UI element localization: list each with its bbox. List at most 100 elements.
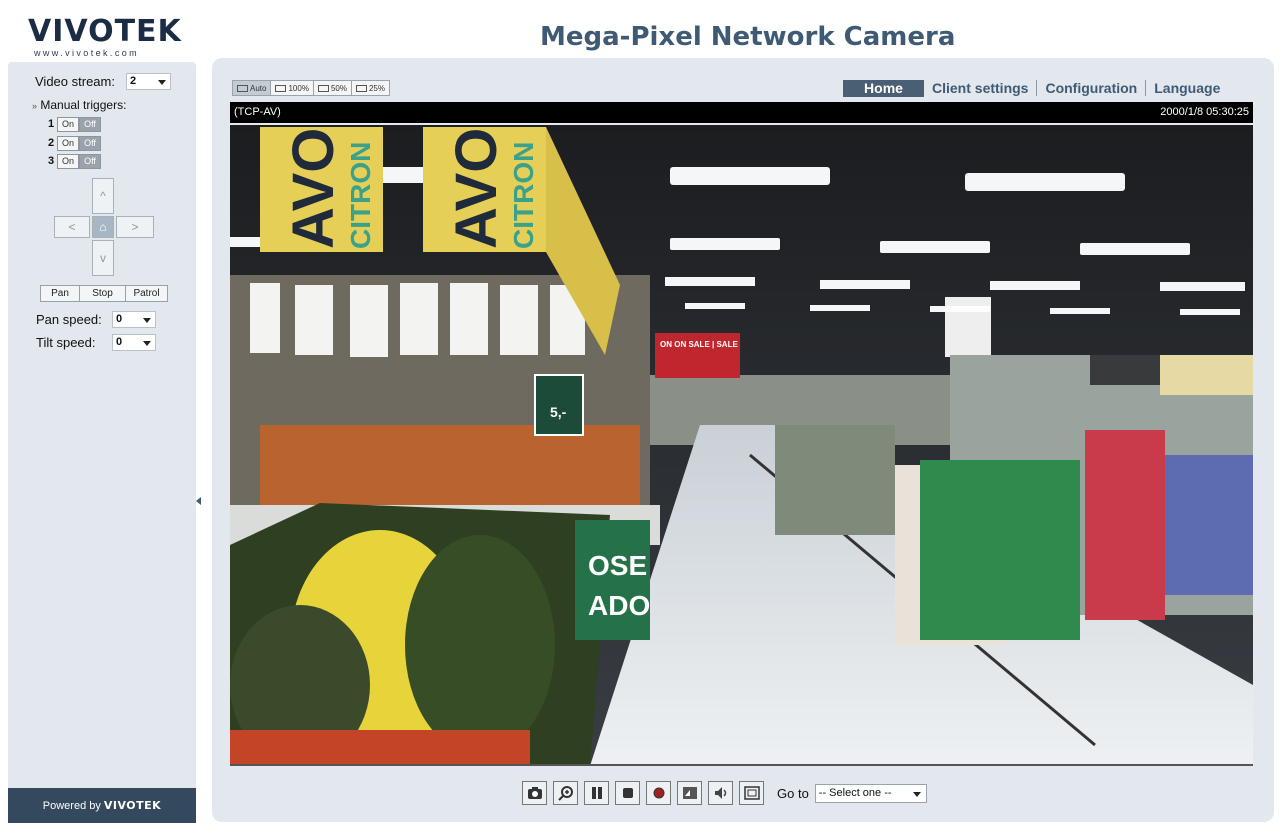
record-button[interactable]	[646, 781, 671, 805]
sign-avoc-1: AVOC	[281, 125, 346, 249]
manual-triggers-label: Manual triggers:	[40, 98, 127, 112]
supermarket-scene: AVOC CITRON AVOC CITRON ON ON SALE | SAL…	[230, 125, 1253, 764]
view-size-buttons: Auto 100% 50% 25%	[232, 80, 390, 96]
fullscreen-button[interactable]	[739, 781, 764, 805]
pan-speed-select[interactable]: 0	[112, 311, 156, 328]
frame-icon	[275, 84, 287, 92]
sign-sale: ON ON SALE | SALE	[660, 340, 738, 349]
logo-url: www.vivotek.com	[34, 48, 140, 58]
size-25-label: 25%	[368, 83, 385, 93]
video-stream-value: 2	[130, 75, 137, 87]
nav-language[interactable]: Language	[1145, 80, 1228, 96]
size-50-button[interactable]: 50%	[312, 80, 352, 96]
size-25-button[interactable]: 25%	[350, 80, 390, 96]
trigger-3-off-button[interactable]: Off	[79, 153, 101, 169]
tilt-speed-value: 0	[116, 336, 123, 348]
trigger-number: 3	[48, 155, 55, 167]
volume-button[interactable]	[677, 781, 702, 805]
record-icon	[653, 787, 664, 799]
home-position-button[interactable]: ⌂	[92, 216, 114, 238]
trigger-2-off-button[interactable]: Off	[79, 135, 101, 151]
chevron-down-icon	[158, 80, 166, 85]
powered-by-footer: Powered by VIVOTEK	[8, 788, 196, 823]
trigger-2-on-button[interactable]: On	[57, 135, 79, 151]
video-stream-select[interactable]: 2	[126, 73, 171, 90]
goto-label: Go to	[777, 785, 809, 801]
goto-preset-select[interactable]: -- Select one --	[814, 783, 927, 803]
arrow-up-icon: ^	[100, 189, 106, 203]
frame-icon	[355, 84, 367, 92]
sign-citron-2: CITRON	[508, 142, 539, 249]
pause-icon	[591, 787, 602, 799]
nav-client-settings[interactable]: Client settings	[932, 80, 1036, 96]
manual-triggers-header[interactable]: » Manual triggers:	[32, 98, 126, 112]
pan-speed-label: Pan speed:	[36, 312, 102, 327]
home-icon: ⌂	[99, 220, 107, 234]
sign-ado: ADO	[588, 590, 650, 621]
left-panel: Video stream: 2 » Manual triggers: 1 On …	[8, 62, 201, 823]
video-stream-label: Video stream:	[35, 74, 115, 89]
frame-icon	[317, 84, 329, 92]
chevron-down-icon	[912, 791, 921, 797]
trigger-row-2: 2 On Off	[48, 135, 101, 151]
speaker-icon	[714, 787, 726, 799]
trigger-number: 2	[48, 137, 55, 149]
trigger-1-on-button[interactable]: On	[57, 116, 79, 132]
tilt-speed-label: Tilt speed:	[36, 335, 96, 350]
goto-select-value: -- Select one --	[818, 786, 892, 799]
sign-ose: OSE	[588, 550, 647, 581]
collapse-panel-icon[interactable]	[196, 497, 201, 505]
chevron-down-icon	[143, 318, 151, 323]
tilt-speed-select[interactable]: 0	[112, 334, 156, 351]
video-toolbar: Go to -- Select one --	[522, 781, 927, 805]
trigger-number: 1	[48, 118, 55, 130]
sign-citron-1: CITRON	[345, 142, 376, 249]
trigger-row-3: 3 On Off	[48, 153, 101, 169]
trigger-3-on-button[interactable]: On	[57, 153, 79, 169]
pan-right-button[interactable]: >	[116, 216, 154, 238]
stop-stream-button[interactable]	[615, 781, 640, 805]
size-100-label: 100%	[288, 83, 309, 93]
trigger-row-1: 1 On Off	[48, 116, 101, 132]
tilt-up-button[interactable]: ^	[92, 178, 114, 214]
pan-speed-value: 0	[116, 313, 123, 325]
frame-icon	[237, 84, 248, 92]
pan-left-button[interactable]: <	[54, 216, 90, 238]
video-timestamp: 2000/1/8 05:30:25	[1160, 106, 1249, 118]
stop-button[interactable]: Stop	[79, 285, 126, 302]
arrow-down-icon: v	[100, 251, 106, 265]
logo-text: VIVOTEK	[28, 14, 182, 49]
pan-button[interactable]: Pan	[40, 285, 80, 302]
pause-button[interactable]	[584, 781, 609, 805]
volume-icon	[682, 787, 697, 799]
snapshot-button[interactable]	[522, 781, 547, 805]
zoom-icon	[557, 786, 573, 801]
top-nav: Home Client settings Configuration Langu…	[843, 79, 1228, 97]
live-video-view[interactable]: AVOC CITRON AVOC CITRON ON ON SALE | SAL…	[230, 125, 1253, 766]
powered-by-label: Powered by	[42, 799, 101, 812]
stream-protocol: (TCP-AV)	[234, 106, 281, 118]
trigger-1-off-button[interactable]: Off	[79, 116, 101, 132]
size-auto-button[interactable]: Auto	[232, 80, 272, 96]
tilt-down-button[interactable]: v	[92, 240, 114, 276]
fullscreen-icon	[743, 786, 760, 800]
sign-price: 5,-	[550, 404, 567, 420]
size-50-label: 50%	[330, 83, 347, 93]
vivotek-logo[interactable]: VIVOTEK www.vivotek.com	[24, 14, 184, 58]
patrol-button[interactable]: Patrol	[125, 285, 168, 302]
arrow-left-icon: <	[68, 220, 76, 234]
chevron-down-icon	[143, 341, 151, 346]
size-auto-label: Auto	[250, 83, 267, 93]
size-100-button[interactable]: 100%	[270, 80, 314, 96]
expand-icon: »	[32, 101, 38, 111]
video-info-bar: (TCP-AV) 2000/1/8 05:30:25	[230, 102, 1253, 123]
camera-icon	[527, 787, 542, 799]
digital-zoom-button[interactable]	[553, 781, 578, 805]
stop-icon	[622, 788, 633, 798]
page-title: Mega-Pixel Network Camera	[540, 22, 956, 52]
sign-avoc-2: AVOC	[444, 125, 509, 249]
powered-by-brand: VIVOTEK	[103, 799, 162, 812]
nav-home[interactable]: Home	[843, 79, 924, 97]
speaker-button[interactable]	[708, 781, 733, 805]
nav-configuration[interactable]: Configuration	[1036, 80, 1145, 96]
